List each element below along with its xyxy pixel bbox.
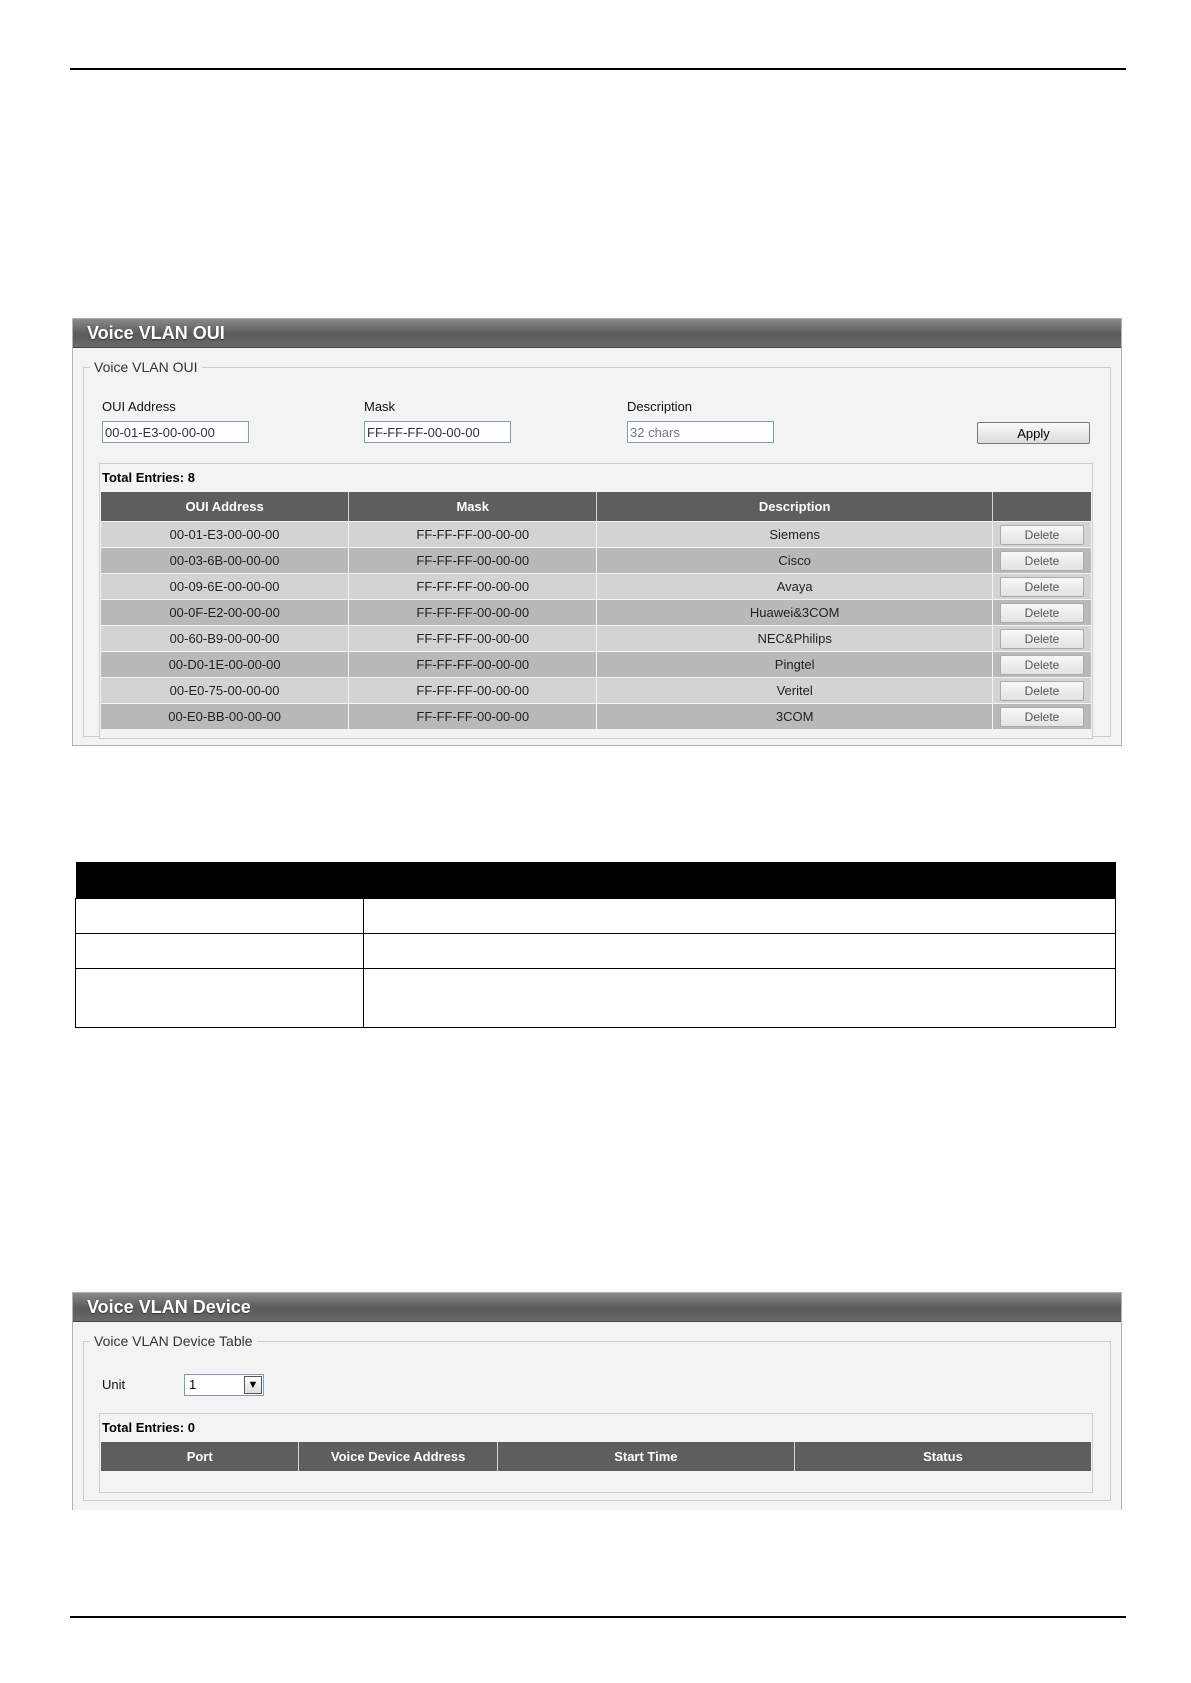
col-oui-address: OUI Address: [101, 492, 350, 522]
table-row: 00-01-E3-00-00-00 FF-FF-FF-00-00-00 Siem…: [101, 521, 1091, 548]
voice-vlan-oui-panel: Voice VLAN OUI Voice VLAN OUI OUI Addres…: [72, 318, 1122, 746]
table-row: 00-09-6E-00-00-00 FF-FF-FF-00-00-00 Avay…: [101, 573, 1091, 600]
desc-row: [75, 898, 1116, 934]
total-entries: Total Entries: 0: [102, 1420, 195, 1435]
cell-description: Veritel: [596, 677, 994, 704]
desc-header-parameter: [75, 862, 364, 899]
col-port: Port: [101, 1442, 300, 1471]
device-table-box: Total Entries: 0 Port Voice Device Addre…: [99, 1413, 1093, 1493]
delete-button[interactable]: Delete: [1000, 576, 1085, 597]
cell-mask: FF-FF-FF-00-00-00: [348, 599, 598, 626]
col-action: [992, 492, 1091, 522]
cell-oui: 00-60-B9-00-00-00: [101, 625, 350, 652]
fieldset-legend: Voice VLAN Device Table: [94, 1333, 253, 1349]
col-start-time: Start Time: [497, 1442, 795, 1471]
cell-description: NEC&Philips: [596, 625, 994, 652]
delete-button[interactable]: Delete: [1000, 524, 1085, 545]
cell-oui: 00-01-E3-00-00-00: [101, 521, 350, 548]
unit-select-value: 1: [189, 1377, 197, 1392]
table-row: 00-0F-E2-00-00-00 FF-FF-FF-00-00-00 Huaw…: [101, 599, 1091, 626]
mask-label: Mask: [364, 399, 396, 414]
table-row: 00-E0-BB-00-00-00 FF-FF-FF-00-00-00 3COM…: [101, 703, 1091, 729]
desc-header-description: [363, 862, 1116, 899]
delete-button[interactable]: Delete: [1000, 550, 1085, 571]
table-row: 00-60-B9-00-00-00 FF-FF-FF-00-00-00 NEC&…: [101, 625, 1091, 652]
delete-button[interactable]: Delete: [1000, 706, 1085, 727]
cell-description: Siemens: [596, 521, 994, 548]
delete-button[interactable]: Delete: [1000, 602, 1085, 623]
desc-row: [75, 968, 1116, 1028]
cell-mask: FF-FF-FF-00-00-00: [348, 677, 598, 704]
page-bottom-rule: [70, 1616, 1126, 1618]
apply-button[interactable]: Apply: [977, 422, 1090, 444]
cell-mask: FF-FF-FF-00-00-00: [348, 573, 598, 600]
col-mask: Mask: [348, 492, 598, 522]
cell-oui: 00-D0-1E-00-00-00: [101, 651, 350, 678]
cell-mask: FF-FF-FF-00-00-00: [348, 703, 598, 729]
delete-button[interactable]: Delete: [1000, 628, 1085, 649]
oui-table-box: Total Entries: 8 OUI Address Mask Descri…: [99, 463, 1093, 739]
chevron-down-icon[interactable]: ▼: [244, 1376, 262, 1394]
col-description: Description: [596, 492, 994, 522]
unit-label: Unit: [102, 1377, 126, 1392]
cell-description: Avaya: [596, 573, 994, 600]
cell-mask: FF-FF-FF-00-00-00: [348, 625, 598, 652]
cell-mask: FF-FF-FF-00-00-00: [348, 651, 598, 678]
panel-title: Voice VLAN OUI: [73, 319, 1121, 348]
mask-input[interactable]: [364, 421, 511, 443]
oui-address-input[interactable]: [102, 421, 249, 443]
device-table: Port Voice Device Address Start Time Sta…: [101, 1442, 1091, 1471]
unit-select[interactable]: 1 ▼: [184, 1374, 264, 1396]
description-input[interactable]: [627, 421, 774, 443]
oui-table: OUI Address Mask Description 00-01-E3-00…: [101, 492, 1091, 729]
parameter-description-table: [75, 862, 1116, 1028]
cell-oui: 00-09-6E-00-00-00: [101, 573, 350, 600]
voice-vlan-device-panel: Voice VLAN Device Voice VLAN Device Tabl…: [72, 1292, 1122, 1510]
oui-address-label: OUI Address: [102, 399, 176, 414]
delete-button[interactable]: Delete: [1000, 654, 1085, 675]
table-row: 00-E0-75-00-00-00 FF-FF-FF-00-00-00 Veri…: [101, 677, 1091, 704]
col-voice-device-address: Voice Device Address: [298, 1442, 498, 1471]
col-status: Status: [794, 1442, 1091, 1471]
cell-description: Cisco: [596, 547, 994, 574]
cell-description: Pingtel: [596, 651, 994, 678]
cell-mask: FF-FF-FF-00-00-00: [348, 547, 598, 574]
cell-oui: 00-0F-E2-00-00-00: [101, 599, 350, 626]
table-row: 00-D0-1E-00-00-00 FF-FF-FF-00-00-00 Ping…: [101, 651, 1091, 678]
cell-mask: FF-FF-FF-00-00-00: [348, 521, 598, 548]
desc-row: [75, 933, 1116, 969]
cell-oui: 00-03-6B-00-00-00: [101, 547, 350, 574]
total-entries: Total Entries: 8: [102, 470, 195, 485]
panel-title: Voice VLAN Device: [73, 1293, 1121, 1322]
page-top-rule: [70, 68, 1126, 70]
cell-oui: 00-E0-BB-00-00-00: [101, 703, 350, 729]
description-label: Description: [627, 399, 693, 414]
fieldset-legend: Voice VLAN OUI: [94, 359, 198, 375]
table-row: 00-03-6B-00-00-00 FF-FF-FF-00-00-00 Cisc…: [101, 547, 1091, 574]
cell-description: Huawei&3COM: [596, 599, 994, 626]
cell-description: 3COM: [596, 703, 994, 729]
delete-button[interactable]: Delete: [1000, 680, 1085, 701]
cell-oui: 00-E0-75-00-00-00: [101, 677, 350, 704]
